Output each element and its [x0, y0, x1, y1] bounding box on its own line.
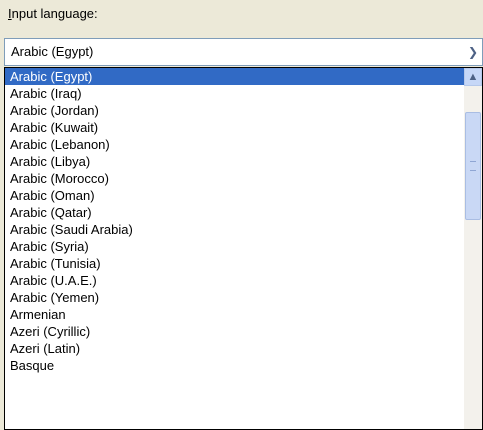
input-language-combobox[interactable]: Arabic (Egypt) ❯ — [4, 38, 483, 66]
thumb-grip-icon — [470, 161, 476, 171]
input-language-label: Input language: — [8, 6, 98, 21]
combobox-selected-value: Arabic (Egypt) — [11, 44, 94, 59]
language-option[interactable]: Arabic (Iraq) — [5, 85, 464, 102]
scroll-thumb[interactable] — [465, 112, 481, 220]
language-option[interactable]: Arabic (U.A.E.) — [5, 272, 464, 289]
language-option[interactable]: Arabic (Egypt) — [5, 68, 464, 85]
language-option[interactable]: Arabic (Saudi Arabia) — [5, 221, 464, 238]
language-option[interactable]: Arabic (Lebanon) — [5, 136, 464, 153]
language-option[interactable]: Basque — [5, 357, 464, 374]
language-option[interactable]: Arabic (Libya) — [5, 153, 464, 170]
language-option[interactable]: Arabic (Kuwait) — [5, 119, 464, 136]
label-text: nput language: — [11, 6, 98, 21]
language-option[interactable]: Arabic (Qatar) — [5, 204, 464, 221]
language-option[interactable]: Azeri (Latin) — [5, 340, 464, 357]
language-option[interactable]: Arabic (Oman) — [5, 187, 464, 204]
language-option[interactable]: Arabic (Syria) — [5, 238, 464, 255]
list-scrollbar[interactable]: ▲ — [464, 68, 482, 429]
language-option[interactable]: Azeri (Cyrillic) — [5, 323, 464, 340]
chevron-down-icon[interactable]: ❯ — [464, 39, 482, 65]
language-dropdown-list[interactable]: Arabic (Egypt) Arabic (Iraq) Arabic (Jorda… — [4, 67, 483, 430]
language-option[interactable]: Arabic (Tunisia) — [5, 255, 464, 272]
language-option[interactable]: Arabic (Yemen) — [5, 289, 464, 306]
scroll-up-icon[interactable]: ▲ — [464, 68, 482, 86]
language-option[interactable]: Arabic (Morocco) — [5, 170, 464, 187]
language-options: Arabic (Egypt) Arabic (Iraq) Arabic (Jorda… — [5, 68, 464, 374]
language-option[interactable]: Arabic (Jordan) — [5, 102, 464, 119]
language-option[interactable]: Armenian — [5, 306, 464, 323]
